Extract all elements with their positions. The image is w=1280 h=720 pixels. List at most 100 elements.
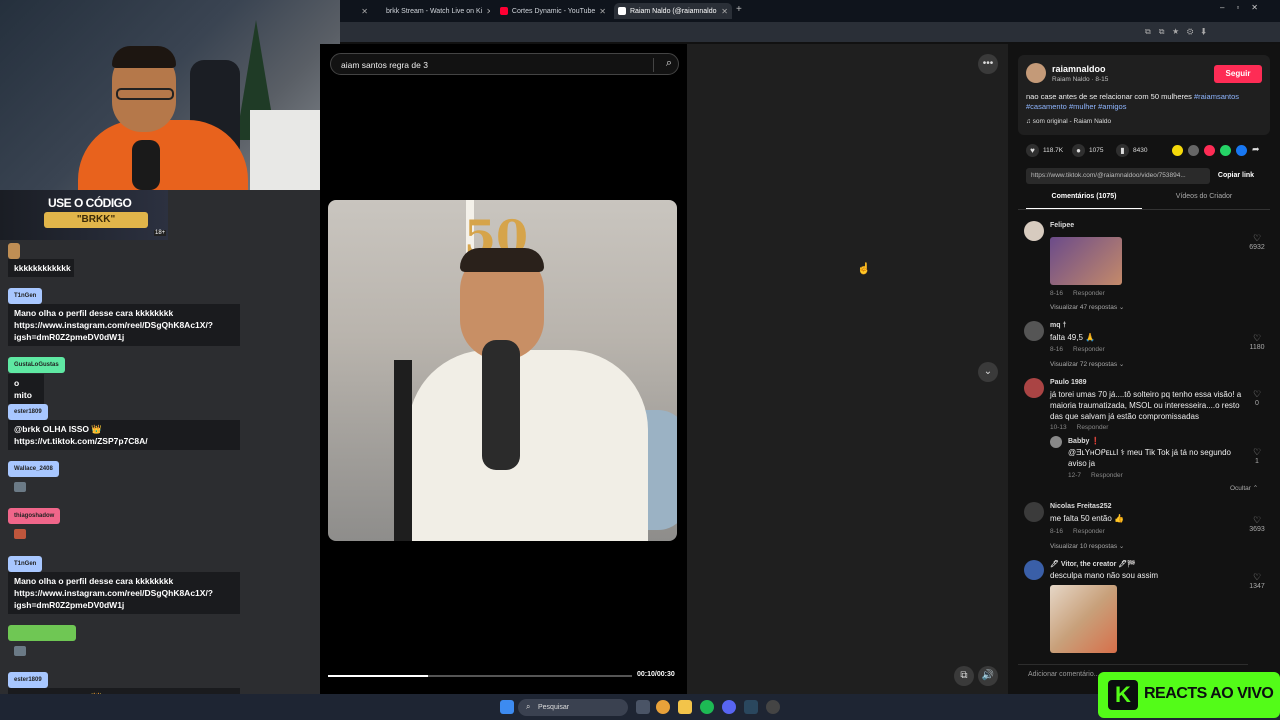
chat-message: o mito [8, 374, 44, 404]
chat-username[interactable]: Wallace_2408 [8, 461, 59, 477]
comment-date: 10-13 [1050, 424, 1067, 431]
avatar[interactable] [1024, 378, 1044, 398]
tiktok-icon [618, 7, 626, 15]
promo-line: USE O CÓDIGO [48, 196, 132, 210]
chat-username[interactable] [8, 625, 76, 641]
bookmark-icon: ▮ [1116, 144, 1129, 157]
chevron-down-icon[interactable]: ⌄ [978, 362, 998, 382]
whatsapp-icon[interactable] [1220, 145, 1231, 156]
close-icon[interactable]: ✕ [486, 7, 490, 16]
comment-author[interactable]: Nicolas Freitas252 [1050, 503, 1111, 510]
chat-username[interactable]: T1nGen [8, 556, 43, 572]
avatar[interactable] [1050, 436, 1062, 448]
avatar[interactable] [1024, 321, 1044, 341]
sound-link[interactable]: ♫ som original - Raiam Naldo [1026, 118, 1111, 125]
comment-author[interactable]: Paulo 1989 [1050, 379, 1087, 386]
folder-icon[interactable] [678, 700, 692, 714]
more-share-icon[interactable]: ➦ [1252, 144, 1260, 155]
progress-fill[interactable] [328, 675, 429, 677]
save-stat[interactable]: ▮ 8430 [1116, 144, 1147, 157]
view-replies[interactable]: Visualizar 10 respostas ⌄ [1050, 542, 1124, 550]
microphone [132, 140, 160, 190]
tab-youtube[interactable]: Cortes Dynamic - YouTube ✕ [496, 3, 610, 19]
post-caption: nao case antes de se relacionar com 50 m… [1026, 92, 1266, 112]
follow-button[interactable]: Seguir [1214, 65, 1262, 83]
video-frame[interactable]: 50 [328, 200, 677, 541]
comment-author[interactable]: Babby ❗ [1068, 437, 1100, 445]
chat-username[interactable]: T1nGen [8, 288, 43, 304]
facebook-icon[interactable] [1236, 145, 1247, 156]
window-controls[interactable]: –▫✕ [1220, 3, 1270, 12]
chat-username[interactable]: thiagoshadow [8, 508, 61, 524]
like-count: 1180 [1249, 344, 1265, 351]
discord-icon[interactable] [722, 700, 736, 714]
spotify-icon[interactable] [700, 700, 714, 714]
comment-author[interactable]: 🖊 Vitor, the creator 🖊🏁 [1050, 560, 1136, 568]
reply-link[interactable]: Responder [1073, 346, 1105, 353]
windows-start-icon[interactable] [500, 700, 514, 714]
tab-comments[interactable]: Comentários (1075) [1026, 193, 1142, 209]
comment-gif[interactable] [1050, 237, 1122, 285]
avatar[interactable] [1024, 560, 1044, 580]
comment-author[interactable]: Felipee [1050, 222, 1074, 229]
steam-icon[interactable] [744, 700, 758, 714]
view-replies[interactable]: Visualizar 72 respostas ⌄ [1050, 360, 1124, 368]
chat-username[interactable]: GustaLoGustas [8, 357, 65, 373]
pip-icon[interactable]: ⧉ [954, 666, 974, 686]
more-options-icon[interactable]: ••• [978, 54, 998, 74]
close-icon[interactable]: ✕ [599, 7, 606, 16]
comment-like[interactable]: ♡ 1 [1245, 447, 1269, 465]
copy-link-button[interactable]: Copiar link [1212, 168, 1260, 184]
comment-like[interactable]: ♡ 3693 [1245, 515, 1269, 533]
avatar[interactable] [1026, 63, 1046, 83]
search-icon[interactable]: ⌕ [666, 57, 672, 70]
comment-date: 8-16 [1050, 290, 1064, 297]
search-bar[interactable]: aiam santos regra de 3 ⌕ [330, 53, 679, 75]
reply-link[interactable]: Responder [1073, 290, 1105, 297]
author-display: Raiam Naldo · 8-15 [1052, 76, 1109, 83]
reply-link[interactable]: Responder [1091, 472, 1123, 479]
comment-like[interactable]: ♡ 1347 [1245, 572, 1269, 590]
task-view-icon[interactable] [636, 700, 650, 714]
taskbar-search[interactable]: Pesquisar [518, 699, 628, 716]
like-stat[interactable]: ♥ 118.7K [1026, 144, 1063, 157]
close-icon[interactable]: ✕ [361, 7, 368, 16]
avatar[interactable] [1024, 221, 1044, 241]
chat-username[interactable] [8, 243, 20, 259]
streamer-hair [112, 46, 176, 68]
obs-icon[interactable] [766, 700, 780, 714]
comment-author[interactable]: mq † [1050, 322, 1066, 329]
comment-like[interactable]: ♡ 0 [1245, 389, 1269, 407]
reply-link[interactable]: Responder [1073, 528, 1105, 535]
comment-like[interactable]: ♡ 6932 [1245, 233, 1269, 251]
chat-username[interactable]: ester1809 [8, 404, 48, 420]
like-count: 6932 [1249, 244, 1265, 251]
send-icon[interactable] [1204, 145, 1215, 156]
tab-tiktok[interactable]: Raiam Naldo (@raiamnaldo ✕ [614, 3, 732, 19]
link-field[interactable]: https://www.tiktok.com/@raiamnaldoo/vide… [1026, 168, 1210, 184]
volume-icon[interactable]: 🔊 [978, 666, 998, 686]
tab-kick[interactable]: brkk Stream - Watch Live on Ki ✕ [378, 3, 490, 19]
share-icon[interactable] [1172, 145, 1183, 156]
microphone [482, 340, 520, 470]
chrome-icon[interactable] [656, 700, 670, 714]
comment-stat[interactable]: ● 1075 [1072, 144, 1103, 157]
tab-truncated[interactable]: ✕ [342, 3, 372, 19]
search-input[interactable]: aiam santos regra de 3 [341, 60, 428, 70]
chat-username[interactable]: ester1809 [8, 672, 48, 688]
extension-icons[interactable]: ⧉⧉★⚙⬇ [1145, 27, 1265, 37]
webcam-feed [0, 0, 340, 190]
view-replies[interactable]: Visualizar 47 respostas ⌄ [1050, 303, 1124, 311]
embed-icon[interactable] [1188, 145, 1199, 156]
reply-link[interactable]: Responder [1077, 424, 1109, 431]
comment-text: desculpa mano não sou assim [1050, 571, 1159, 580]
hide-replies[interactable]: Ocultar ⌃ [1230, 484, 1258, 492]
comment-photo[interactable] [1050, 585, 1117, 653]
new-tab-icon[interactable]: + [736, 4, 742, 15]
author-username[interactable]: raiamnaldoo [1052, 64, 1106, 74]
close-icon[interactable]: ✕ [721, 7, 728, 16]
comment-meta: 10-13 Responder [1050, 424, 1108, 431]
comment-like[interactable]: ♡ 1180 [1245, 333, 1269, 351]
avatar[interactable] [1024, 502, 1044, 522]
tab-creator-videos[interactable]: Vídeos do Criador [1146, 193, 1262, 209]
